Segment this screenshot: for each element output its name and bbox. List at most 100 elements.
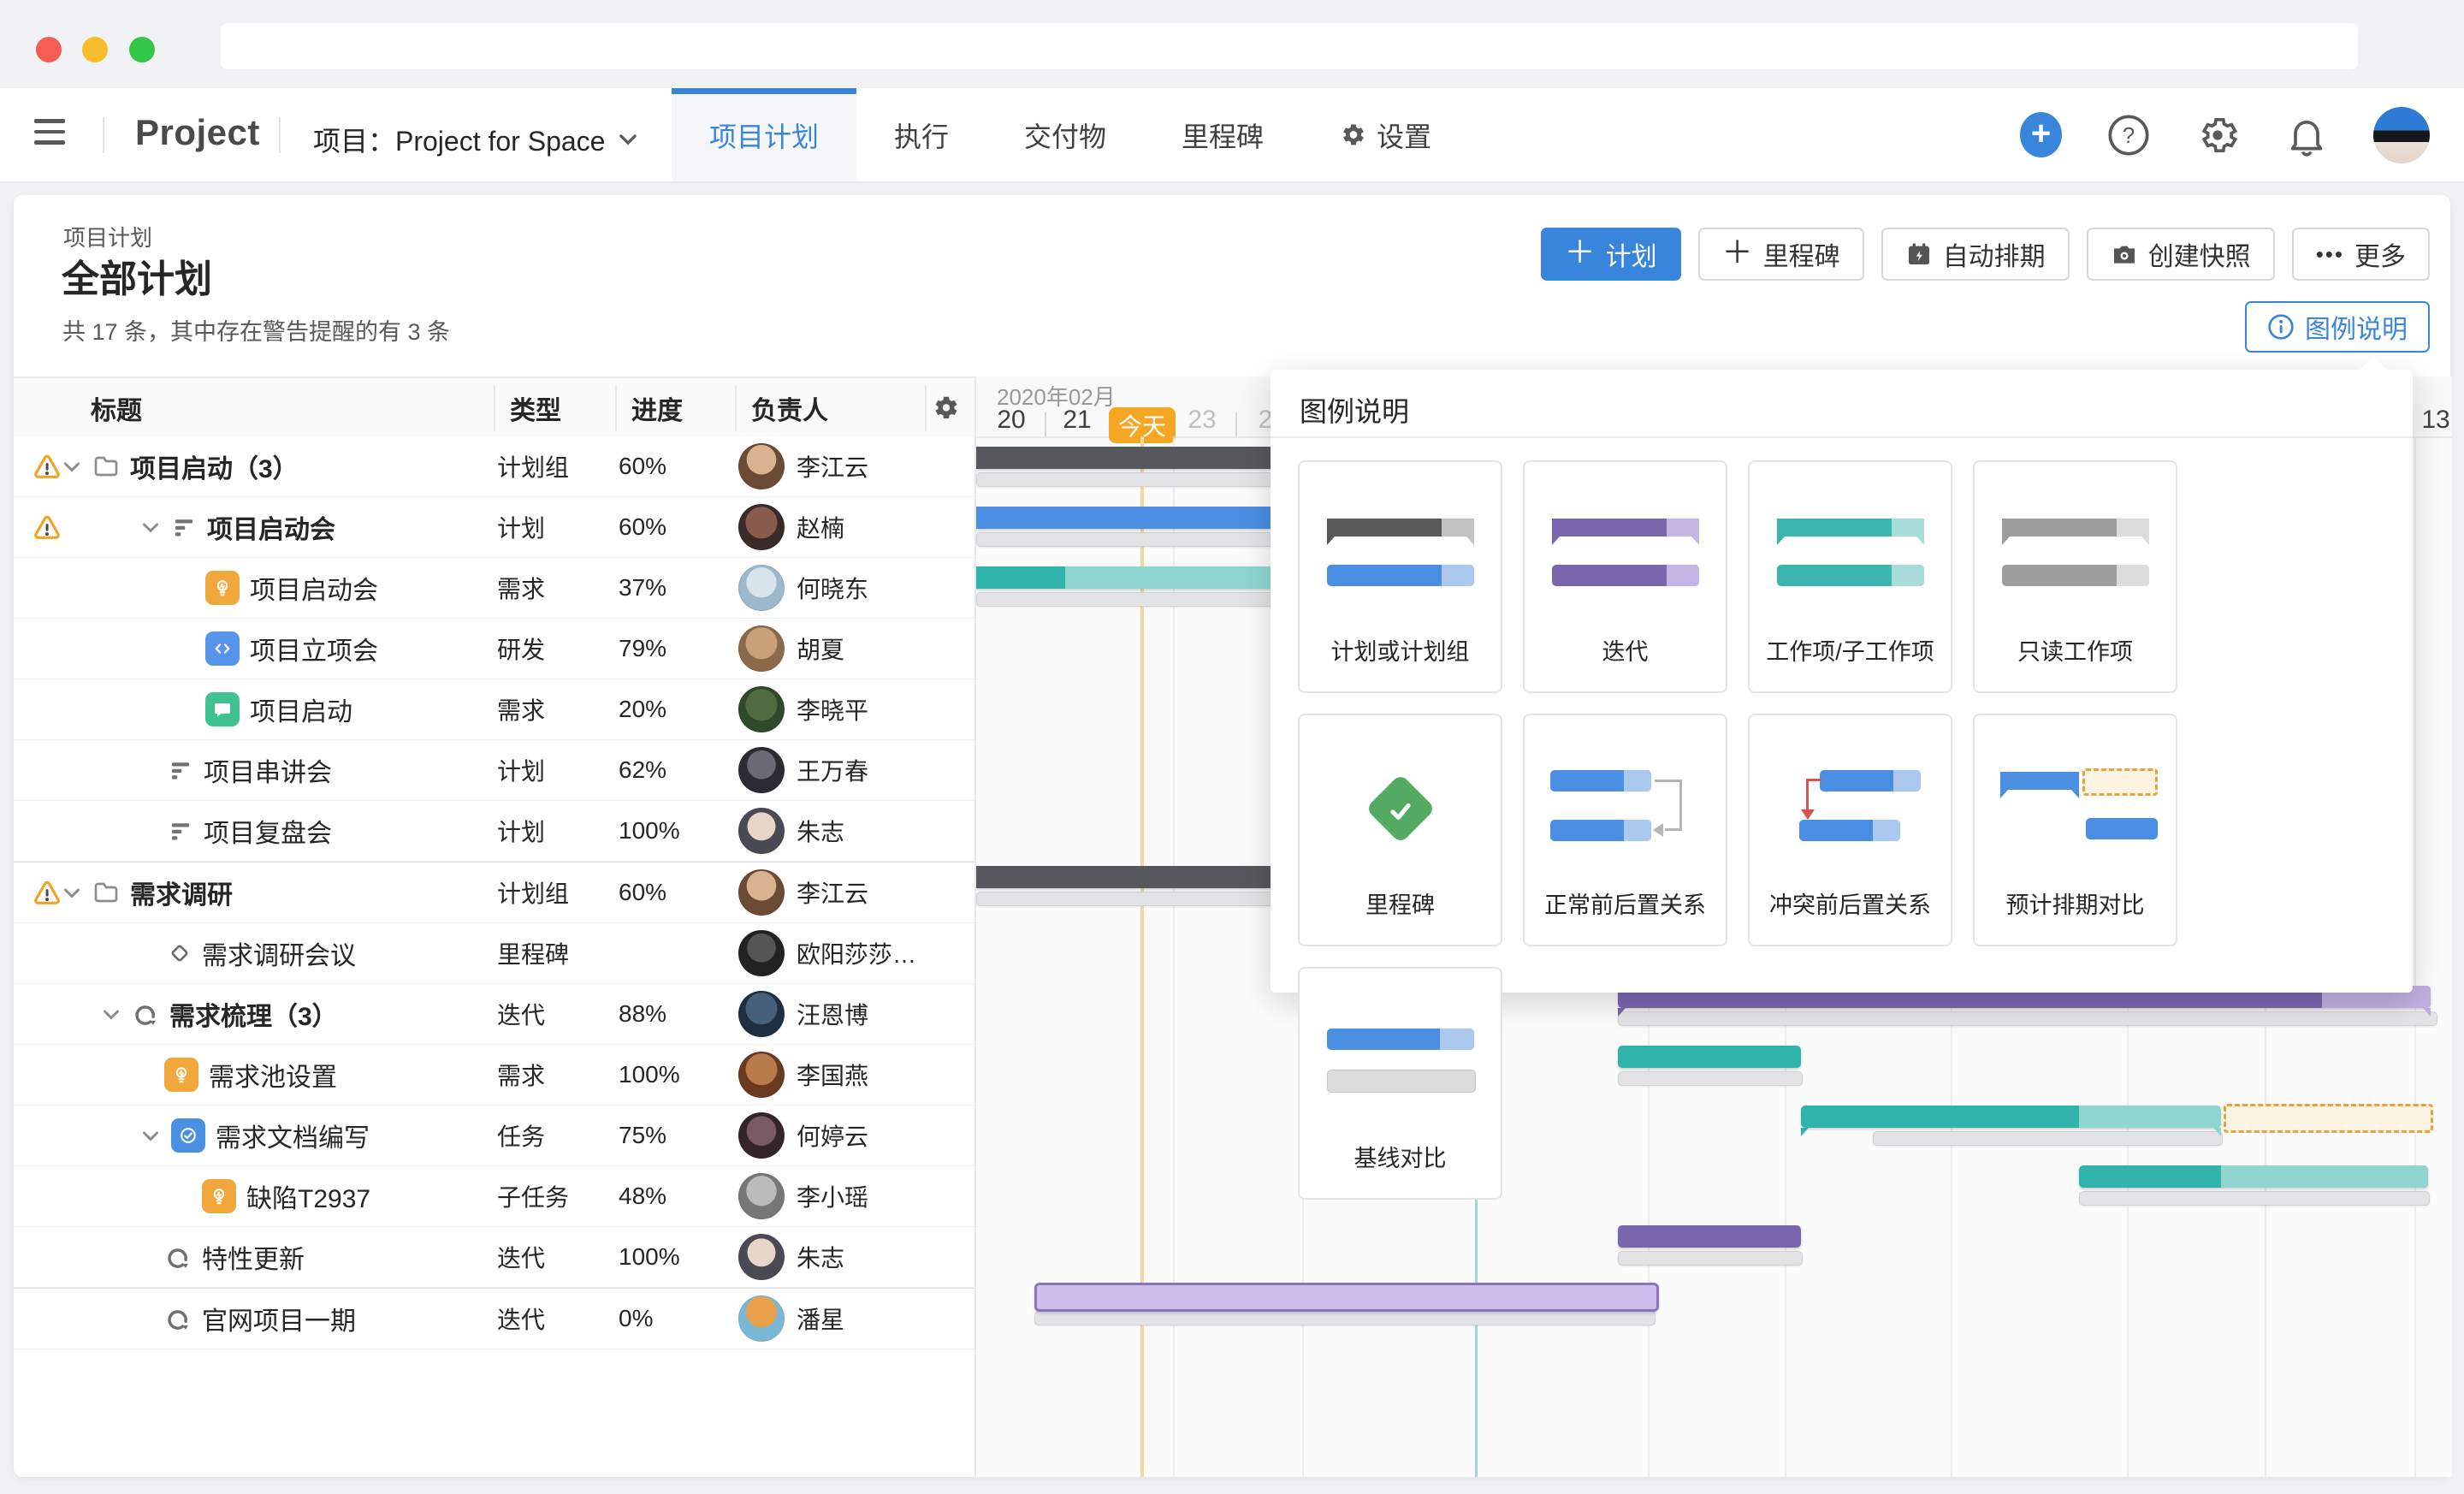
legend-card-workitem: 工作项/子工作项 xyxy=(1748,460,1952,693)
avatar xyxy=(738,869,785,916)
avatar xyxy=(738,1173,785,1219)
minimize-window-button[interactable] xyxy=(82,37,108,62)
project-selector[interactable]: 项目：Project for Space xyxy=(313,120,639,159)
legend-card-forecast-compare: 预计排期对比 xyxy=(1973,714,2177,946)
expand-chevron-icon[interactable] xyxy=(62,456,82,477)
table-row[interactable]: 需求池设置 需求 100% 李国燕 xyxy=(14,1045,974,1106)
maximize-window-button[interactable] xyxy=(129,37,155,62)
dev-code-icon xyxy=(205,631,240,666)
tab-settings[interactable]: 设置 xyxy=(1301,88,1469,181)
table-row[interactable]: 需求调研 计划组 60% 李江云 xyxy=(14,862,974,923)
table-row[interactable]: 项目启动 需求 20% 李晓平 xyxy=(14,679,974,740)
app-root: Project 项目：Project for Space 项目计划 执行 交付物… xyxy=(0,0,2464,1494)
add-plan-button[interactable]: ＋计划 xyxy=(1541,228,1681,281)
iteration-icon xyxy=(164,1243,192,1271)
legend-card-readonly: 只读工作项 xyxy=(1973,460,2177,693)
avatar xyxy=(738,443,785,489)
avatar xyxy=(738,1052,785,1098)
browser-chrome xyxy=(0,0,2464,88)
close-window-button[interactable] xyxy=(36,37,62,62)
legend-card-plan: 计划或计划组 xyxy=(1298,460,1502,693)
tab-milestones[interactable]: 里程碑 xyxy=(1144,88,1301,181)
hamburger-menu-icon[interactable] xyxy=(34,119,65,148)
day-label: 21 xyxy=(1063,406,1091,435)
iteration-icon xyxy=(164,1305,192,1332)
summary-text: 共 17 条，其中存在警告提醒的有 3 条 xyxy=(62,313,450,347)
legend-toggle-button[interactable]: 图例说明 xyxy=(2245,301,2430,353)
tab-deliverables[interactable]: 交付物 xyxy=(986,88,1144,181)
forecast-dashed-bar xyxy=(2082,768,2158,796)
user-avatar[interactable] xyxy=(2373,107,2430,163)
avatar xyxy=(738,1295,785,1342)
table-row[interactable]: 项目启动（3） 计划组 60% 李江云 xyxy=(14,436,974,497)
table-settings-gear-icon[interactable] xyxy=(931,378,962,438)
gantt-bar[interactable] xyxy=(976,866,1297,888)
expand-chevron-icon[interactable] xyxy=(140,517,161,537)
plan-icon xyxy=(168,757,193,783)
app-logo: Project xyxy=(135,112,260,153)
check-icon xyxy=(1383,794,1418,828)
table-row[interactable]: 需求调研会议 里程碑 欧阳莎莎… xyxy=(14,923,974,984)
expand-chevron-icon[interactable] xyxy=(101,1004,121,1024)
auto-schedule-button[interactable]: 自动排期 xyxy=(1881,228,2070,281)
expand-chevron-icon[interactable] xyxy=(62,882,82,903)
legend-popup-title: 图例说明 xyxy=(1300,390,1409,430)
column-type[interactable]: 类型 xyxy=(510,378,561,438)
svg-text:?: ? xyxy=(2123,122,2135,148)
top-nav: Project 项目：Project for Space 项目计划 执行 交付物… xyxy=(0,88,2464,183)
avatar xyxy=(738,625,785,672)
table-row[interactable]: 需求文档编写 任务 75% 何婷云 xyxy=(14,1106,974,1166)
table-row[interactable]: 项目启动会 需求 37% 何晓东 xyxy=(14,558,974,619)
gridline xyxy=(2414,436,2416,1477)
column-title[interactable]: 标题 xyxy=(91,378,142,438)
address-bar-input[interactable] xyxy=(221,23,2358,69)
expand-chevron-icon[interactable] xyxy=(140,1125,161,1146)
gantt-bar[interactable] xyxy=(1034,1283,1659,1312)
table-row[interactable]: 特性更新 迭代 100% 朱志 xyxy=(14,1227,974,1288)
legend-card-iteration: 迭代 xyxy=(1523,460,1727,693)
add-milestone-button[interactable]: ＋里程碑 xyxy=(1698,228,1864,281)
table-row[interactable]: 项目复盘会 计划 100% 朱志 xyxy=(14,801,974,862)
legend-card-conflict-dependency: 冲突前后置关系 xyxy=(1748,714,1952,946)
task-check-icon xyxy=(171,1118,205,1153)
legend-popup: 图例说明 计划或计划组 xyxy=(1270,370,2413,993)
camera-icon xyxy=(2111,240,2138,268)
day-label: 23 xyxy=(1188,406,1216,435)
help-icon[interactable]: ? xyxy=(2106,113,2151,157)
column-progress[interactable]: 进度 xyxy=(631,378,683,438)
day-label: 20 xyxy=(997,406,1025,435)
avatar xyxy=(738,686,785,732)
table-row[interactable]: 项目启动会 计划 60% 赵楠 xyxy=(14,497,974,558)
bell-icon[interactable] xyxy=(2284,113,2329,157)
avatar xyxy=(738,808,785,854)
settings-gear-icon[interactable] xyxy=(2195,113,2240,157)
table-row[interactable]: 缺陷T2937 子任务 48% 李小瑶 xyxy=(14,1166,974,1227)
requirement-bulb-icon xyxy=(164,1058,198,1092)
legend-card-normal-dependency: 正常前后置关系 xyxy=(1523,714,1727,946)
column-owner[interactable]: 负责人 xyxy=(751,378,828,438)
page-title: 全部计划 xyxy=(62,248,212,303)
gantt-bar[interactable] xyxy=(1618,1225,1801,1248)
plan-table: 项目启动（3） 计划组 60% 李江云 项目启动会 计划 60% 赵楠 项目启动… xyxy=(14,436,974,1349)
plan-icon xyxy=(171,514,197,540)
toolbar: ＋计划 ＋里程碑 自动排期 创建快照 •••更多 xyxy=(1541,228,2430,281)
legend-card-baseline-compare: 基线对比 xyxy=(1298,967,1502,1200)
table-row[interactable]: 需求梳理（3） 迭代 88% 汪恩博 xyxy=(14,984,974,1045)
table-row[interactable]: 项目串讲会 计划 62% 王万春 xyxy=(14,740,974,801)
table-header: 标题 类型 进度 负责人 xyxy=(14,376,974,440)
legend-card-milestone: 里程碑 xyxy=(1298,714,1502,946)
tab-execute[interactable]: 执行 xyxy=(856,88,986,181)
table-row[interactable]: 项目立项会 研发 79% 胡夏 xyxy=(14,619,974,679)
tab-project-plan[interactable]: 项目计划 xyxy=(672,88,856,181)
divider xyxy=(279,117,281,153)
create-snapshot-button[interactable]: 创建快照 xyxy=(2087,228,2275,281)
dependency-arrow xyxy=(1653,823,1663,837)
table-row[interactable]: 官网项目一期 迭代 0% 潘星 xyxy=(14,1288,974,1349)
global-add-button[interactable]: + xyxy=(2020,112,2062,157)
avatar xyxy=(738,504,785,550)
more-button[interactable]: •••更多 xyxy=(2292,228,2430,281)
defect-bulb-icon xyxy=(202,1179,236,1213)
avatar xyxy=(738,991,785,1037)
content-card: 项目计划 全部计划 共 17 条，其中存在警告提醒的有 3 条 ＋计划 ＋里程碑… xyxy=(14,195,2450,1477)
chat-bubble-icon xyxy=(205,692,240,726)
